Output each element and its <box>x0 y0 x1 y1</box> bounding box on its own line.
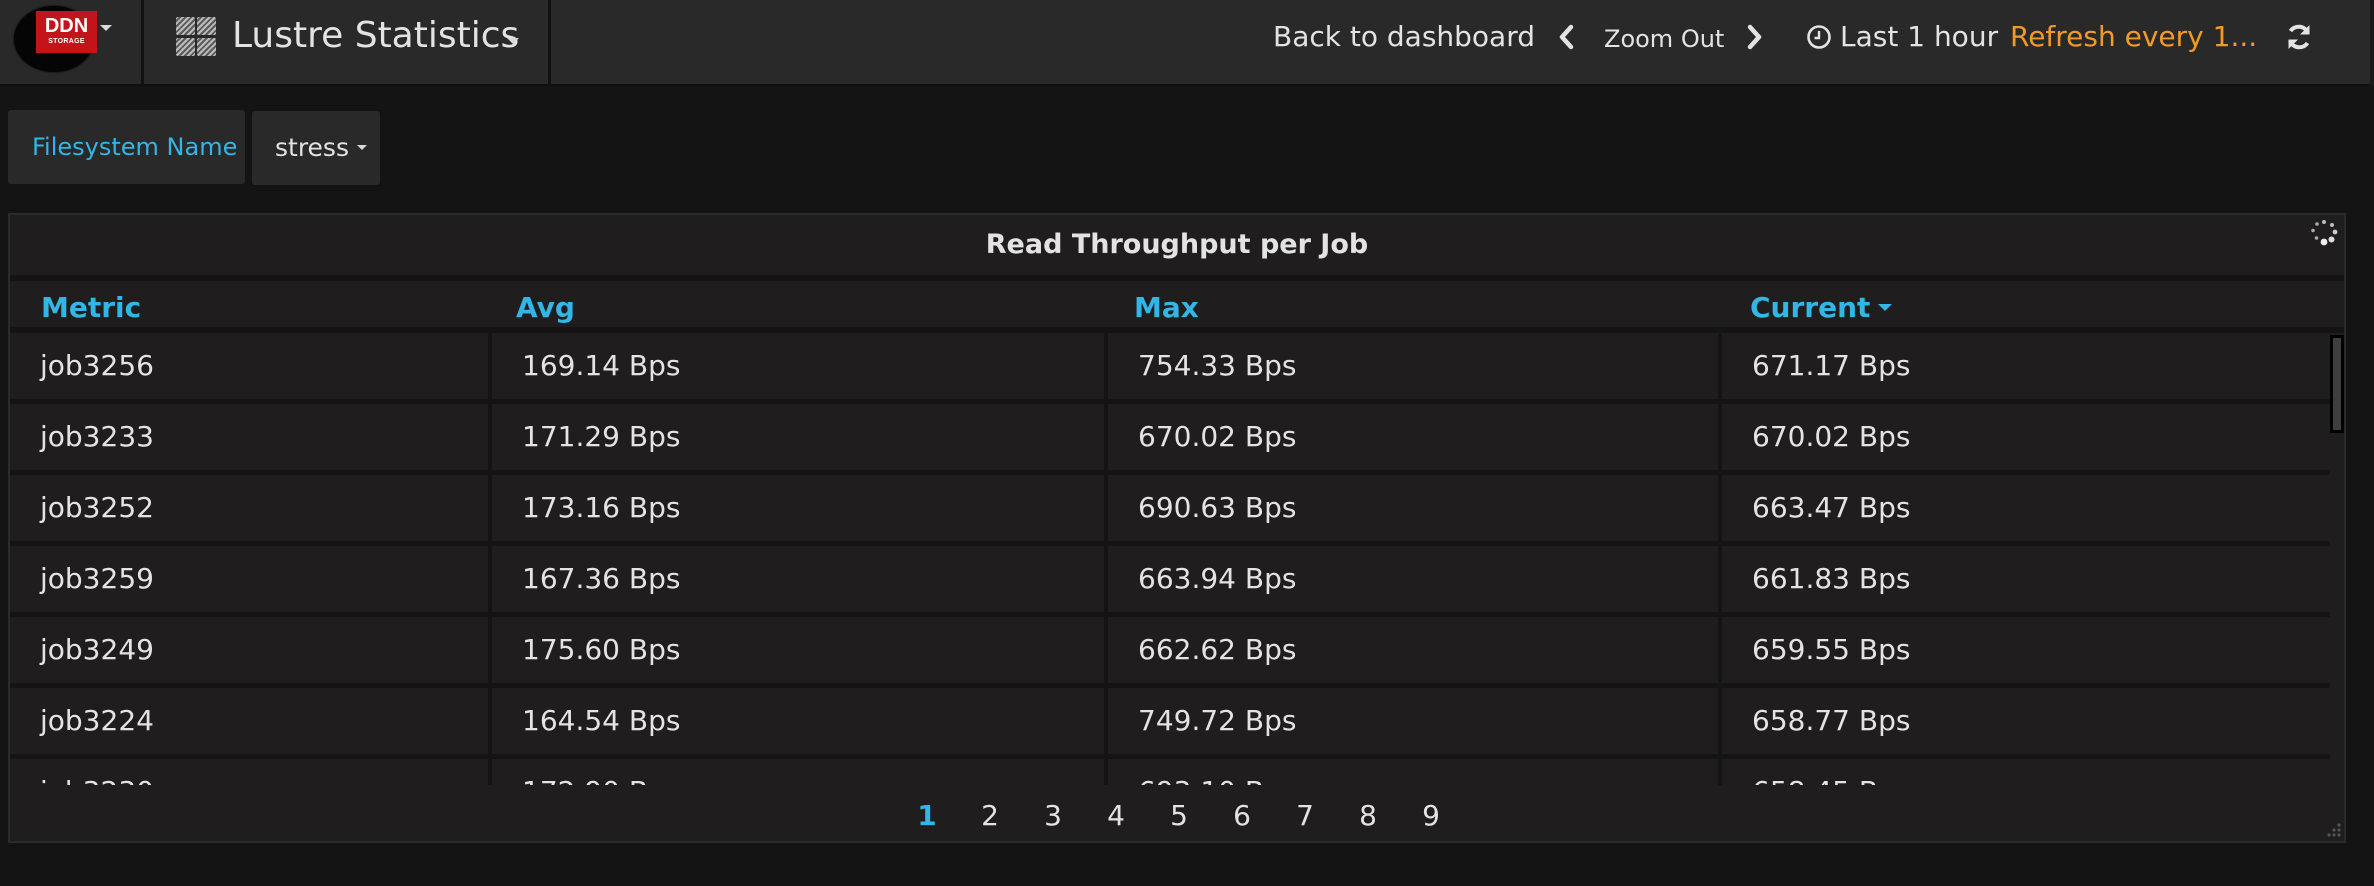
cell-avg: 167.36 Bps <box>488 546 1104 612</box>
dashboard-grid-icon <box>176 17 217 57</box>
dashboard-title-dropdown[interactable]: Lustre Statistics <box>145 0 548 86</box>
cell-current: 661.83 Bps <box>1718 546 2330 612</box>
filesystem-name-select[interactable]: stress <box>252 111 380 185</box>
column-header-max[interactable]: Max <box>1134 287 1199 329</box>
cell-metric: job3230 <box>10 759 486 785</box>
caret-down-icon <box>357 144 367 150</box>
cell-max: 754.33 Bps <box>1104 333 1718 399</box>
logo-text: DDN <box>44 15 89 37</box>
table-scrollbar[interactable] <box>2330 335 2344 433</box>
table-panel: Read Throughput per Job Metric Avg Max C… <box>8 213 2346 843</box>
dashboard-title: Lustre Statistics <box>232 15 520 56</box>
table-row: job3230 172.90 Bps 693.10 Bps 658.45 Bps <box>10 759 2330 785</box>
refresh-interval-picker[interactable]: Refresh every 1... <box>2010 18 2257 56</box>
cell-metric: job3249 <box>40 633 154 666</box>
cell-current: 658.77 Bps <box>1718 688 2330 754</box>
table-row: job3233 171.29 Bps 670.02 Bps 670.02 Bps <box>10 404 2330 475</box>
top-navbar: DDN STORAGE Lustre Statistics Back to da… <box>0 0 2374 86</box>
cell-avg: 164.54 Bps <box>488 688 1104 754</box>
table-row: job3259 167.36 Bps 663.94 Bps 661.83 Bps <box>10 546 2330 617</box>
cell-current: 659.55 Bps <box>1718 617 2330 683</box>
logo-subtext: STORAGE <box>48 38 85 45</box>
chevron-right-icon[interactable] <box>1746 24 1764 50</box>
clock-icon[interactable] <box>1806 24 1832 50</box>
variable-label-filesystem-name: Filesystem Name <box>8 110 245 184</box>
logo-menu-button[interactable]: DDN STORAGE <box>0 0 142 86</box>
loading-spinner-icon <box>2308 217 2340 249</box>
cell-max: 662.62 Bps <box>1104 617 1718 683</box>
ddn-logo: DDN STORAGE <box>36 11 97 53</box>
refresh-icon[interactable] <box>2283 21 2315 53</box>
column-header-current[interactable]: Current <box>1750 287 1893 329</box>
page-7[interactable]: 7 <box>1290 798 1320 834</box>
cell-max: 749.72 Bps <box>1104 688 1718 754</box>
cell-current: 663.47 Bps <box>1718 475 2330 541</box>
cell-max: 690.63 Bps <box>1104 475 1718 541</box>
page-2[interactable]: 2 <box>975 798 1005 834</box>
cell-metric: job3233 <box>40 420 154 453</box>
chevron-left-icon[interactable] <box>1557 24 1575 50</box>
time-range-picker[interactable]: Last 1 hour <box>1840 18 1998 56</box>
page-8[interactable]: 8 <box>1353 798 1383 834</box>
cell-avg: 169.14 Bps <box>488 333 1104 399</box>
page-1[interactable]: 1 <box>912 798 942 834</box>
table-row: job3249 175.60 Bps 662.62 Bps 659.55 Bps <box>10 617 2330 688</box>
filesystem-name-value: stress <box>275 133 349 162</box>
navbar-divider <box>548 0 551 86</box>
caret-down-icon <box>507 38 519 44</box>
table-row: job3224 164.54 Bps 749.72 Bps 658.77 Bps <box>10 688 2330 759</box>
table-row: job3252 173.16 Bps 690.63 Bps 663.47 Bps <box>10 475 2330 546</box>
page-6[interactable]: 6 <box>1227 798 1257 834</box>
cell-avg: 175.60 Bps <box>488 617 1104 683</box>
navbar-edge <box>2370 0 2374 86</box>
cell-metric: job3256 <box>40 349 154 382</box>
column-header-metric[interactable]: Metric <box>41 287 141 329</box>
caret-down-icon <box>100 25 112 31</box>
column-header-avg[interactable]: Avg <box>516 287 575 329</box>
cell-metric: job3224 <box>40 704 154 737</box>
cell-avg: 171.29 Bps <box>488 404 1104 470</box>
cell-metric: job3259 <box>40 562 154 595</box>
cell-max: 670.02 Bps <box>1104 404 1718 470</box>
panel-resize-handle-icon[interactable] <box>2324 821 2342 839</box>
panel-title[interactable]: Read Throughput per Job <box>10 215 2344 275</box>
cell-current: 658.45 Bps <box>1718 759 2330 785</box>
cell-metric: job3252 <box>40 491 154 524</box>
pagination: 1 2 3 4 5 6 7 8 9 <box>10 790 2344 840</box>
table-body: job3256 169.14 Bps 754.33 Bps 671.17 Bps… <box>10 333 2330 785</box>
sort-desc-icon <box>1878 303 1893 311</box>
cell-current: 671.17 Bps <box>1718 333 2330 399</box>
page-9[interactable]: 9 <box>1416 798 1446 834</box>
navbar-divider <box>141 0 144 86</box>
page-4[interactable]: 4 <box>1101 798 1131 834</box>
cell-current: 670.02 Bps <box>1718 404 2330 470</box>
title-separator <box>10 275 2344 281</box>
cell-max: 693.10 Bps <box>1104 759 1718 785</box>
page-5[interactable]: 5 <box>1164 798 1194 834</box>
logo-circle: DDN STORAGE <box>14 6 97 72</box>
cell-max: 663.94 Bps <box>1104 546 1718 612</box>
table-row: job3256 169.14 Bps 754.33 Bps 671.17 Bps <box>10 333 2330 404</box>
cell-avg: 172.90 Bps <box>488 759 1104 785</box>
zoom-out-button[interactable]: Zoom Out <box>1604 20 1724 58</box>
column-header-current-label: Current <box>1750 291 1871 324</box>
page-3[interactable]: 3 <box>1038 798 1068 834</box>
cell-avg: 173.16 Bps <box>488 475 1104 541</box>
back-to-dashboard-link[interactable]: Back to dashboard <box>1273 18 1535 56</box>
